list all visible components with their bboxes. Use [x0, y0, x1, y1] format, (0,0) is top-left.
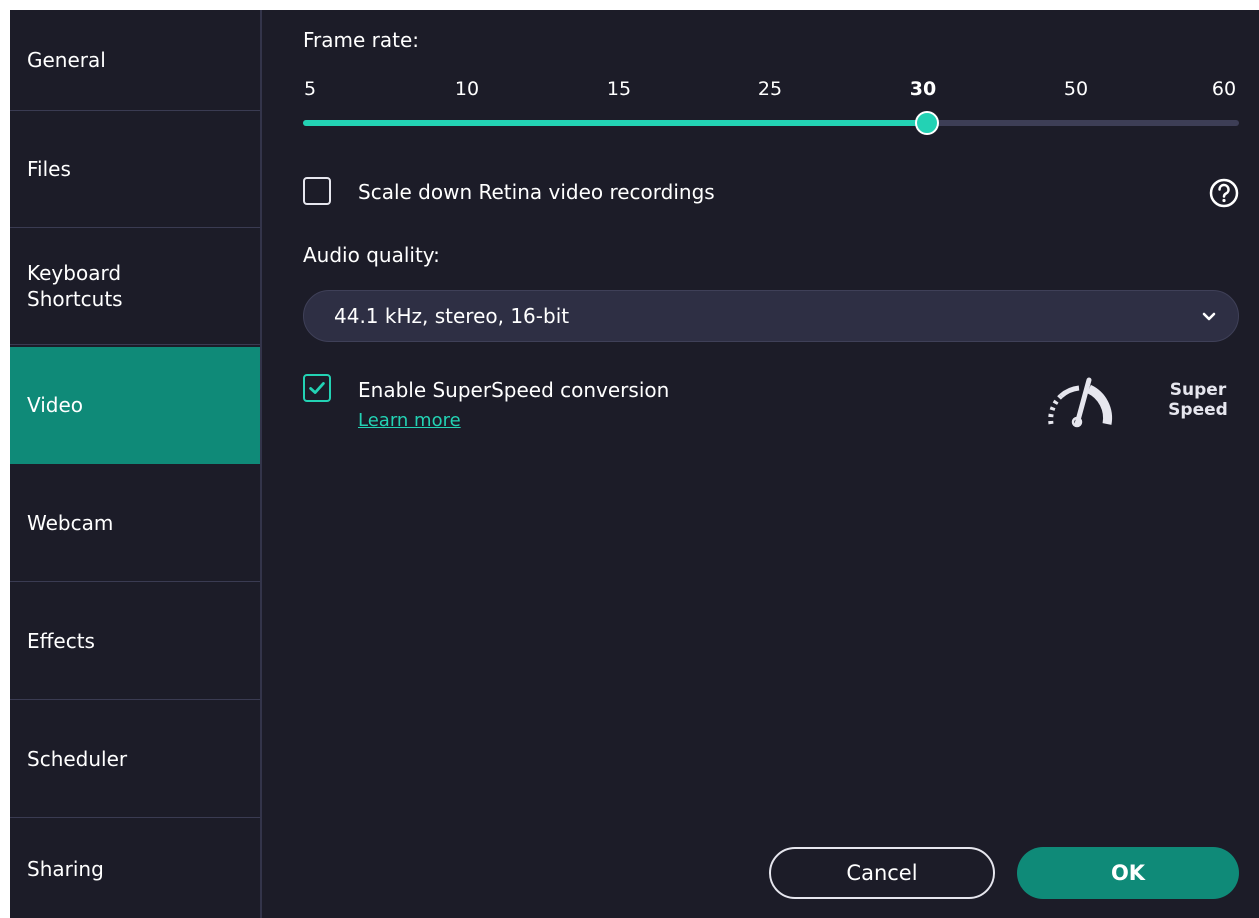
sidebar-item-sharing[interactable]: Sharing [10, 819, 260, 918]
frame-rate-tick-selected[interactable]: 30 [910, 78, 936, 100]
sidebar-item-keyboard-shortcuts[interactable]: Keyboard Shortcuts [10, 228, 260, 345]
chevron-down-icon [1202, 312, 1216, 321]
cancel-button[interactable]: Cancel [769, 847, 995, 899]
superspeed-checkbox[interactable] [303, 374, 331, 402]
scale-down-checkbox[interactable] [303, 177, 331, 205]
frame-rate-slider-fill [303, 120, 928, 126]
sidebar-item-scheduler[interactable]: Scheduler [10, 701, 260, 818]
frame-rate-tick[interactable]: 15 [607, 78, 631, 100]
frame-rate-tick[interactable]: 25 [758, 78, 782, 100]
scale-down-label: Scale down Retina video recordings [358, 180, 715, 204]
learn-more-link[interactable]: Learn more [358, 410, 461, 431]
frame-rate-tick[interactable]: 60 [1212, 78, 1236, 100]
sidebar: General Files Keyboard Shortcuts Video W… [10, 10, 262, 918]
video-settings-panel: Frame rate: 5 10 15 25 30 50 60 Scale do… [262, 10, 1259, 918]
sidebar-item-webcam[interactable]: Webcam [10, 465, 260, 582]
sidebar-item-files[interactable]: Files [10, 111, 260, 228]
sidebar-item-video[interactable]: Video [10, 347, 260, 464]
speedometer-icon [1048, 377, 1113, 428]
audio-quality-select[interactable]: 44.1 kHz, stereo, 16-bit [303, 290, 1239, 342]
question-circle-icon[interactable] [1208, 177, 1240, 209]
frame-rate-tick[interactable]: 5 [304, 78, 316, 100]
frame-rate-label: Frame rate: [303, 28, 420, 52]
ok-button[interactable]: OK [1017, 847, 1239, 899]
checkmark-icon [309, 382, 325, 394]
frame-rate-slider-thumb[interactable] [915, 111, 940, 135]
audio-quality-value: 44.1 kHz, stereo, 16-bit [334, 304, 570, 328]
frame-rate-tick[interactable]: 10 [455, 78, 479, 100]
frame-rate-tick[interactable]: 50 [1064, 78, 1088, 100]
preferences-window: General Files Keyboard Shortcuts Video W… [10, 10, 1259, 918]
frame-rate-slider[interactable] [303, 111, 1239, 135]
superspeed-label: Enable SuperSpeed conversion [358, 378, 670, 402]
audio-quality-label: Audio quality: [303, 243, 440, 267]
sidebar-item-general[interactable]: General [10, 10, 260, 111]
sidebar-item-effects[interactable]: Effects [10, 583, 260, 700]
superspeed-badge: Super Speed [1168, 380, 1228, 420]
